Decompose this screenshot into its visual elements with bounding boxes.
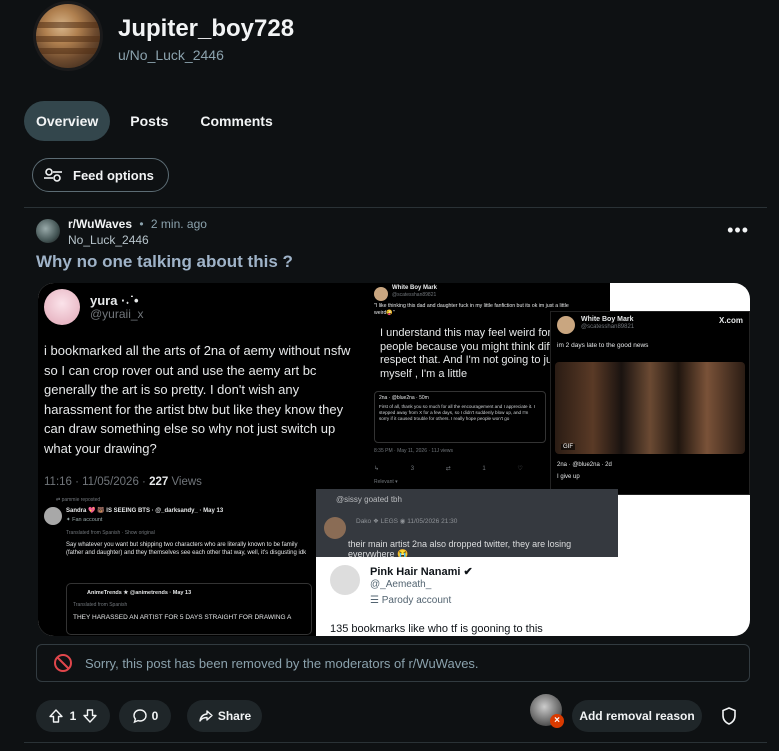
tweet-reply: 2na · @blue2na · 50m First of all, thank… [374, 391, 546, 443]
reply-body: I give up [557, 474, 580, 480]
quoted-tweet: AnimeTrends ★ @animetrends · May 13 Tran… [66, 583, 312, 635]
add-removal-reason-button[interactable]: Add removal reason [572, 700, 702, 732]
comments-button[interactable]: 0 [119, 700, 171, 732]
avatar [557, 316, 575, 334]
screenshot-tweet-gif: White Boy Mark @scatesshan89821 X.com im… [550, 311, 750, 495]
post-author[interactable]: No_Luck_2446 [68, 232, 207, 248]
screenshot-discord-message: @sissy goated tbh Dako ❖ LEGS ◉ 11/05/20… [316, 489, 618, 559]
avatar [44, 289, 80, 325]
fan-account-label: ✦ Fan account [66, 517, 103, 523]
reply-head: 2na · @blue2na · 2d [557, 462, 612, 468]
screenshot-tweet-nanami: Pink Hair Nanami ✔ @_Aemeath_ ☰ Parody a… [320, 557, 618, 636]
parody-label: ☰ Parody account [370, 595, 452, 606]
post-meta: r/WuWaves • 2 min. ago No_Luck_2446 [36, 216, 207, 248]
gif-badge: GIF [561, 444, 575, 450]
screenshot-tweet-yura: yura ·˖˙• @yuraii_x i bookmarked all the… [38, 283, 370, 495]
comment-icon [132, 709, 147, 724]
tab-posts[interactable]: Posts [118, 101, 180, 141]
more-icon[interactable]: ••• [727, 220, 749, 241]
tweet-quote: "I like thinking this dad and daughter f… [374, 303, 569, 316]
subreddit-link[interactable]: r/WuWaves [68, 217, 132, 231]
share-icon [199, 710, 213, 722]
tweet-name: yura ·˖˙• [90, 293, 139, 308]
separator-dot: • [139, 217, 144, 231]
tweet-body: i bookmarked all the arts of 2na of aemy… [44, 343, 351, 456]
tweet-body: Say whatever you want but shipping two c… [66, 542, 307, 556]
gif-image: GIF [555, 362, 745, 454]
shield-icon[interactable] [720, 706, 738, 726]
repost-label: ⇄ pammie reposted [56, 497, 101, 503]
downvote-icon[interactable] [82, 708, 98, 724]
avatar [330, 565, 360, 595]
tweet-name: Sandra 💖 🐻 IS SEEING BTS · @_darksandy_ … [66, 508, 224, 514]
reply-head: 2na · @blue2na · 50m [379, 395, 429, 401]
quote-name: AnimeTrends ★ @animetrends · May 13 [87, 590, 192, 596]
upvote-icon[interactable] [48, 708, 64, 724]
tweet-timestamp: 8:35 PM · May 11, 2026 · 11J views [374, 448, 454, 454]
profile-header: Jupiter_boy728 u/No_Luck_2446 [36, 4, 294, 68]
tweet-name: White Boy Mark [581, 316, 634, 323]
divider [24, 742, 767, 743]
tweet-body: 135 bookmarks like who tf is gooning to … [330, 623, 543, 635]
feed-options-button[interactable]: Feed options [32, 158, 169, 192]
subreddit-avatar[interactable] [36, 219, 60, 243]
tab-overview[interactable]: Overview [24, 101, 111, 141]
profile-display-name: Jupiter_boy728 [118, 15, 295, 42]
comment-count: 0 [151, 709, 159, 723]
vote-count: 1 [69, 709, 77, 723]
avatar [44, 507, 62, 525]
avatar [324, 517, 346, 539]
blocked-icon [54, 654, 72, 672]
divider [24, 207, 767, 208]
post-actions: 1 0 Share × Add removal reason [36, 694, 748, 734]
profile-tabs: Overview Posts Comments [24, 101, 293, 141]
tweet-actions: ↳ 3 ⇄ 1 ♡ 2 [374, 466, 558, 472]
tweet-name: Pink Hair Nanami ✔ [370, 566, 473, 578]
tweet-name: White Boy Mark [392, 285, 438, 291]
quote-translated: Translated from Spanish [73, 602, 128, 608]
reply-body: First of all, thank you so much for all … [379, 404, 536, 421]
avatar [374, 287, 388, 301]
profile-username: u/No_Luck_2446 [118, 47, 224, 63]
tweet-handle: @yuraii_x [90, 307, 144, 321]
tweet-handle: @scatesshan89821 [581, 324, 635, 330]
tweet-relevant: Relevant ▾ [374, 479, 398, 485]
feed-options-label: Feed options [73, 167, 154, 183]
tweet-handle: @scatesshan89821 [392, 292, 437, 298]
share-button[interactable]: Share [187, 700, 262, 732]
post-title[interactable]: Why no one talking about this ? [36, 252, 293, 272]
share-label: Share [217, 709, 252, 723]
screenshot-tweet-sandra: ⇄ pammie reposted Sandra 💖 🐻 IS SEEING B… [38, 495, 316, 636]
source-label: X.com [718, 316, 743, 325]
message-meta: Dako ❖ LEGS ◉ 11/05/2026 21:30 [356, 518, 458, 525]
feed-options-icon [44, 168, 62, 182]
post-time: 2 min. ago [150, 217, 207, 231]
removed-text: Sorry, this post has been removed by the… [85, 655, 479, 671]
removed-notice: Sorry, this post has been removed by the… [36, 644, 750, 682]
tweet-footer: 11:16 · 11/05/2026 · 227 Views [44, 476, 202, 488]
tweet-body: im 2 days late to the good news [557, 342, 649, 349]
tweet-handle: @_Aemeath_ [370, 579, 432, 590]
profile-avatar[interactable] [36, 4, 100, 68]
tab-comments[interactable]: Comments [188, 101, 284, 141]
removed-badge-icon: × [550, 714, 564, 728]
post-image[interactable]: yura ·˖˙• @yuraii_x i bookmarked all the… [38, 283, 750, 636]
translated-label: Translated from Spanish · Show original [66, 530, 155, 536]
vote-control: 1 [36, 700, 110, 732]
reply-to: @sissy goated tbh [336, 495, 402, 504]
quote-body: THEY HARASSED AN ARTIST FOR 5 DAYS STRAI… [73, 614, 292, 621]
